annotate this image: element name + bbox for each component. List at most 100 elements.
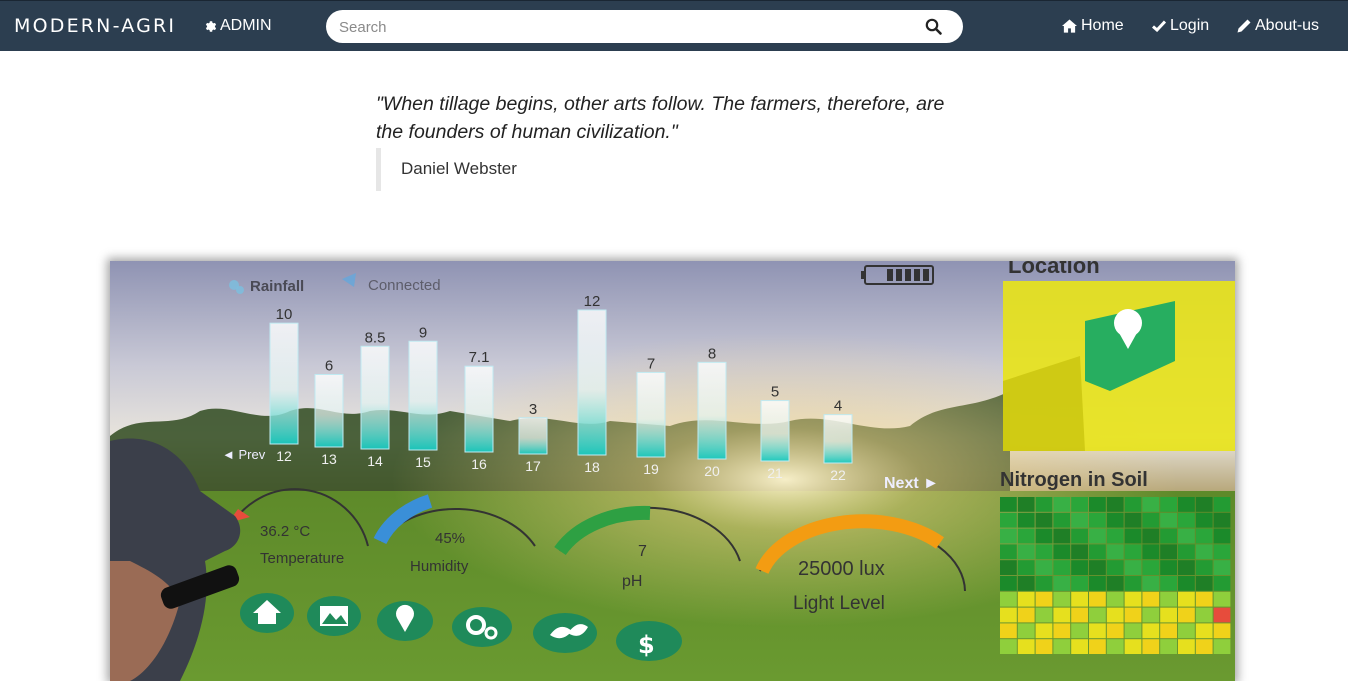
nitrogen-cell: [1142, 591, 1160, 607]
chart-value-label: 8.5: [365, 329, 386, 346]
nitrogen-cell: [1195, 497, 1213, 512]
search-input[interactable]: [337, 16, 911, 39]
nitrogen-cell: [1142, 607, 1160, 623]
nitrogen-cell: [1160, 576, 1177, 591]
chart-bar: [464, 365, 494, 453]
brand-logo[interactable]: MODERN-AGRI: [14, 15, 176, 37]
hero-image: Rainfall Connected 10 12 6 13 8.5 14 9 15 7.1 16 3…: [110, 261, 1235, 681]
nitrogen-cell: [1195, 623, 1213, 639]
nav-home-label: Home: [1081, 17, 1124, 34]
nitrogen-cell: [1053, 544, 1071, 560]
search-icon[interactable]: [924, 17, 944, 37]
nitrogen-cell: [1106, 607, 1124, 623]
chart-value-label: 10: [276, 306, 293, 323]
nitrogen-cell: [1035, 497, 1053, 512]
chart-tick-label: 17: [525, 458, 541, 474]
nitrogen-cell: [1017, 497, 1035, 512]
nitrogen-cell: [1089, 497, 1106, 512]
nitrogen-cell: [1089, 528, 1106, 544]
nitrogen-cell: [1213, 560, 1231, 575]
nitrogen-cell: [1160, 544, 1177, 560]
temperature-label: Temperature: [260, 550, 344, 567]
nitrogen-cell: [1142, 639, 1160, 654]
chart-next-button[interactable]: Next ►: [884, 475, 939, 492]
nitrogen-cell: [1035, 607, 1053, 623]
nitrogen-cell: [1071, 560, 1088, 575]
chart-value-label: 7.1: [469, 349, 490, 366]
nitrogen-cell: [1053, 528, 1071, 544]
home-icon: [1062, 19, 1077, 33]
nitrogen-cell: [1000, 639, 1017, 654]
chart-tick-label: 15: [415, 454, 431, 470]
chart-tick-label: 18: [584, 459, 600, 475]
nitrogen-cell: [1089, 623, 1106, 639]
location-pin-icon-button[interactable]: [377, 601, 433, 641]
nitrogen-cell: [1000, 623, 1017, 639]
gears-icon-button[interactable]: [452, 607, 512, 647]
nitrogen-cell: [1160, 512, 1177, 528]
ph-label: pH: [622, 573, 642, 590]
nitrogen-cell: [1000, 591, 1017, 607]
nitrogen-cell: [1160, 623, 1177, 639]
nitrogen-cell: [1213, 623, 1231, 639]
nitrogen-cell: [1071, 497, 1088, 512]
nitrogen-cell: [1124, 591, 1142, 607]
nitrogen-cell: [1195, 639, 1213, 654]
chart-tick-label: 16: [471, 456, 487, 472]
nitrogen-cell: [1213, 576, 1231, 591]
nitrogen-cell: [1106, 576, 1124, 591]
nitrogen-cell: [1142, 528, 1160, 544]
nav-login-link[interactable]: Login: [1152, 17, 1209, 35]
nitrogen-cell: [1106, 497, 1124, 512]
gear-icon: [205, 20, 216, 32]
nitrogen-cell: [1142, 623, 1160, 639]
nitrogen-cell: [1053, 591, 1071, 607]
location-panel: Location: [1003, 261, 1235, 451]
nitrogen-cell: [1213, 544, 1231, 560]
nitrogen-cell: [1106, 560, 1124, 575]
chart-bar: [760, 400, 790, 462]
nitrogen-cell: [1124, 623, 1142, 639]
nitrogen-cell: [1142, 544, 1160, 560]
nitrogen-cell: [1071, 623, 1088, 639]
image-icon-button[interactable]: [307, 596, 361, 636]
nitrogen-cell: [1124, 497, 1142, 512]
chart-value-label: 12: [584, 293, 601, 310]
nitrogen-cell: [1053, 607, 1071, 623]
nitrogen-cell: [1035, 560, 1053, 575]
home-icon-button[interactable]: [240, 593, 294, 633]
admin-link[interactable]: ADMIN: [203, 17, 272, 35]
nitrogen-cell: [1106, 544, 1124, 560]
nitrogen-cell: [1017, 560, 1035, 575]
check-icon: [1152, 20, 1166, 32]
light-label: Light Level: [793, 593, 885, 614]
chart-tick-label: 13: [321, 451, 337, 467]
nitrogen-cell: [1017, 528, 1035, 544]
chart-value-label: 6: [325, 358, 333, 375]
light-value: 25000 lux: [798, 558, 885, 580]
nitrogen-cell: [1071, 607, 1088, 623]
nitrogen-cell: [1124, 560, 1142, 575]
nitrogen-title: Nitrogen in Soil: [1000, 469, 1148, 491]
leaf-icon-button[interactable]: [533, 613, 597, 653]
nav-home-link[interactable]: Home: [1062, 17, 1124, 35]
nitrogen-cell: [1213, 639, 1231, 654]
nitrogen-cell: [1089, 544, 1106, 560]
nitrogen-cell: [1106, 591, 1124, 607]
nitrogen-cell: [1106, 639, 1124, 654]
dollar-icon-button[interactable]: $: [616, 621, 682, 661]
nitrogen-cell: [1017, 639, 1035, 654]
nitrogen-cell: [1106, 623, 1124, 639]
pencil-icon: [1237, 19, 1251, 33]
nitrogen-cell: [1053, 512, 1071, 528]
nav-about-link[interactable]: About-us: [1237, 17, 1319, 35]
nitrogen-cell: [1017, 591, 1035, 607]
chart-prev-button[interactable]: ◄ Prev: [222, 447, 266, 462]
nitrogen-cell: [1106, 528, 1124, 544]
nitrogen-cell: [1178, 639, 1195, 654]
nitrogen-cell: [1195, 591, 1213, 607]
quote-author: Daniel Webster: [376, 148, 517, 191]
nitrogen-cell: [1142, 576, 1160, 591]
nitrogen-cell: [1160, 497, 1177, 512]
nitrogen-cell: [1035, 623, 1053, 639]
